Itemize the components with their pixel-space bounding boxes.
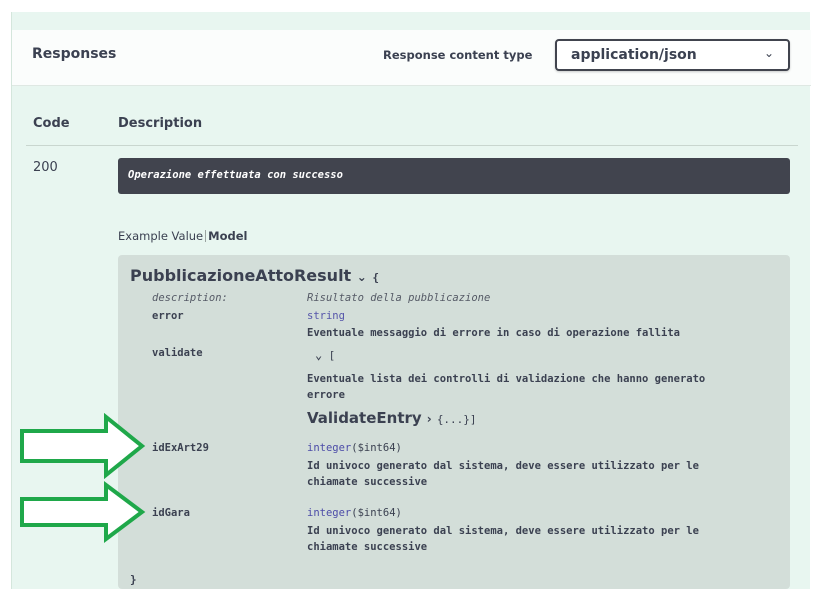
response-description-text: Operazione effettuata con successo xyxy=(128,169,343,181)
chevron-down-icon[interactable]: ⌄ xyxy=(315,348,322,362)
description-value: Risultato della pubblicazione xyxy=(307,292,491,304)
arrow-right-icon xyxy=(20,413,146,479)
responses-header: Responses Response content type applicat… xyxy=(12,30,811,86)
tab-example-value[interactable]: Example Value xyxy=(118,229,203,243)
error-key: error xyxy=(152,310,184,322)
idexart29-type-format: ($int64) xyxy=(351,442,402,454)
content-type-select[interactable]: application/json ⌄ xyxy=(555,39,790,71)
content-type-label: Response content type xyxy=(383,48,533,62)
validate-entry-row: ValidateEntry › {...}] xyxy=(307,408,477,427)
idgara-type-format: ($int64) xyxy=(351,507,402,519)
chevron-down-icon[interactable]: ⌄ xyxy=(357,270,367,284)
chevron-down-icon: ⌄ xyxy=(763,46,774,60)
idgara-key: idGara xyxy=(152,507,190,519)
idexart29-note-2: chiamate successive xyxy=(307,476,428,488)
error-note: Eventuale messaggio di errore in caso di… xyxy=(307,327,680,339)
idgara-type: integer($int64) xyxy=(307,507,402,519)
validate-key: validate xyxy=(152,347,203,359)
idgara-note-1: Id univoco generato dal sistema, deve es… xyxy=(307,525,699,537)
description-column-header: Description xyxy=(118,116,203,131)
arrow-right-icon xyxy=(20,481,146,543)
model-box: PubblicazioneAttoResult ⌄ { description:… xyxy=(118,255,790,589)
idgara-type-main: integer xyxy=(307,507,352,519)
idexart29-note-1: Id univoco generato dal sistema, deve es… xyxy=(307,460,699,472)
tab-divider xyxy=(205,230,207,242)
close-brace: } xyxy=(130,573,137,586)
response-description: Operazione effettuata con successo xyxy=(118,158,790,194)
responses-title: Responses xyxy=(32,46,117,62)
validate-toggle: ⌄ [ xyxy=(315,348,335,362)
tab-model[interactable]: Model xyxy=(208,229,247,243)
example-model-tabs: Example Value Model xyxy=(118,229,247,243)
description-key: description: xyxy=(152,292,228,304)
header-divider xyxy=(26,145,798,146)
model-name[interactable]: PubblicazioneAttoResult xyxy=(130,266,351,285)
idexart29-type-main: integer xyxy=(307,442,352,454)
chevron-right-icon[interactable]: › xyxy=(427,412,432,426)
validate-entry-collapsed[interactable]: {...}] xyxy=(437,413,477,426)
response-code: 200 xyxy=(33,160,58,175)
validate-entry-name[interactable]: ValidateEntry xyxy=(307,409,422,427)
code-column-header: Code xyxy=(33,116,70,131)
idexart29-type: integer($int64) xyxy=(307,442,402,454)
open-brace: { xyxy=(372,271,380,284)
validate-bracket: [ xyxy=(328,349,336,362)
model-header: PubblicazioneAttoResult ⌄ { xyxy=(130,266,379,285)
validate-note-2: errore xyxy=(307,389,345,401)
validate-note-1: Eventuale lista dei controlli di validaz… xyxy=(307,373,706,385)
idgara-note-2: chiamate successive xyxy=(307,541,428,553)
idexart29-key: idExArt29 xyxy=(152,442,209,454)
content-type-value: application/json xyxy=(571,47,697,63)
error-type: string xyxy=(307,310,345,322)
